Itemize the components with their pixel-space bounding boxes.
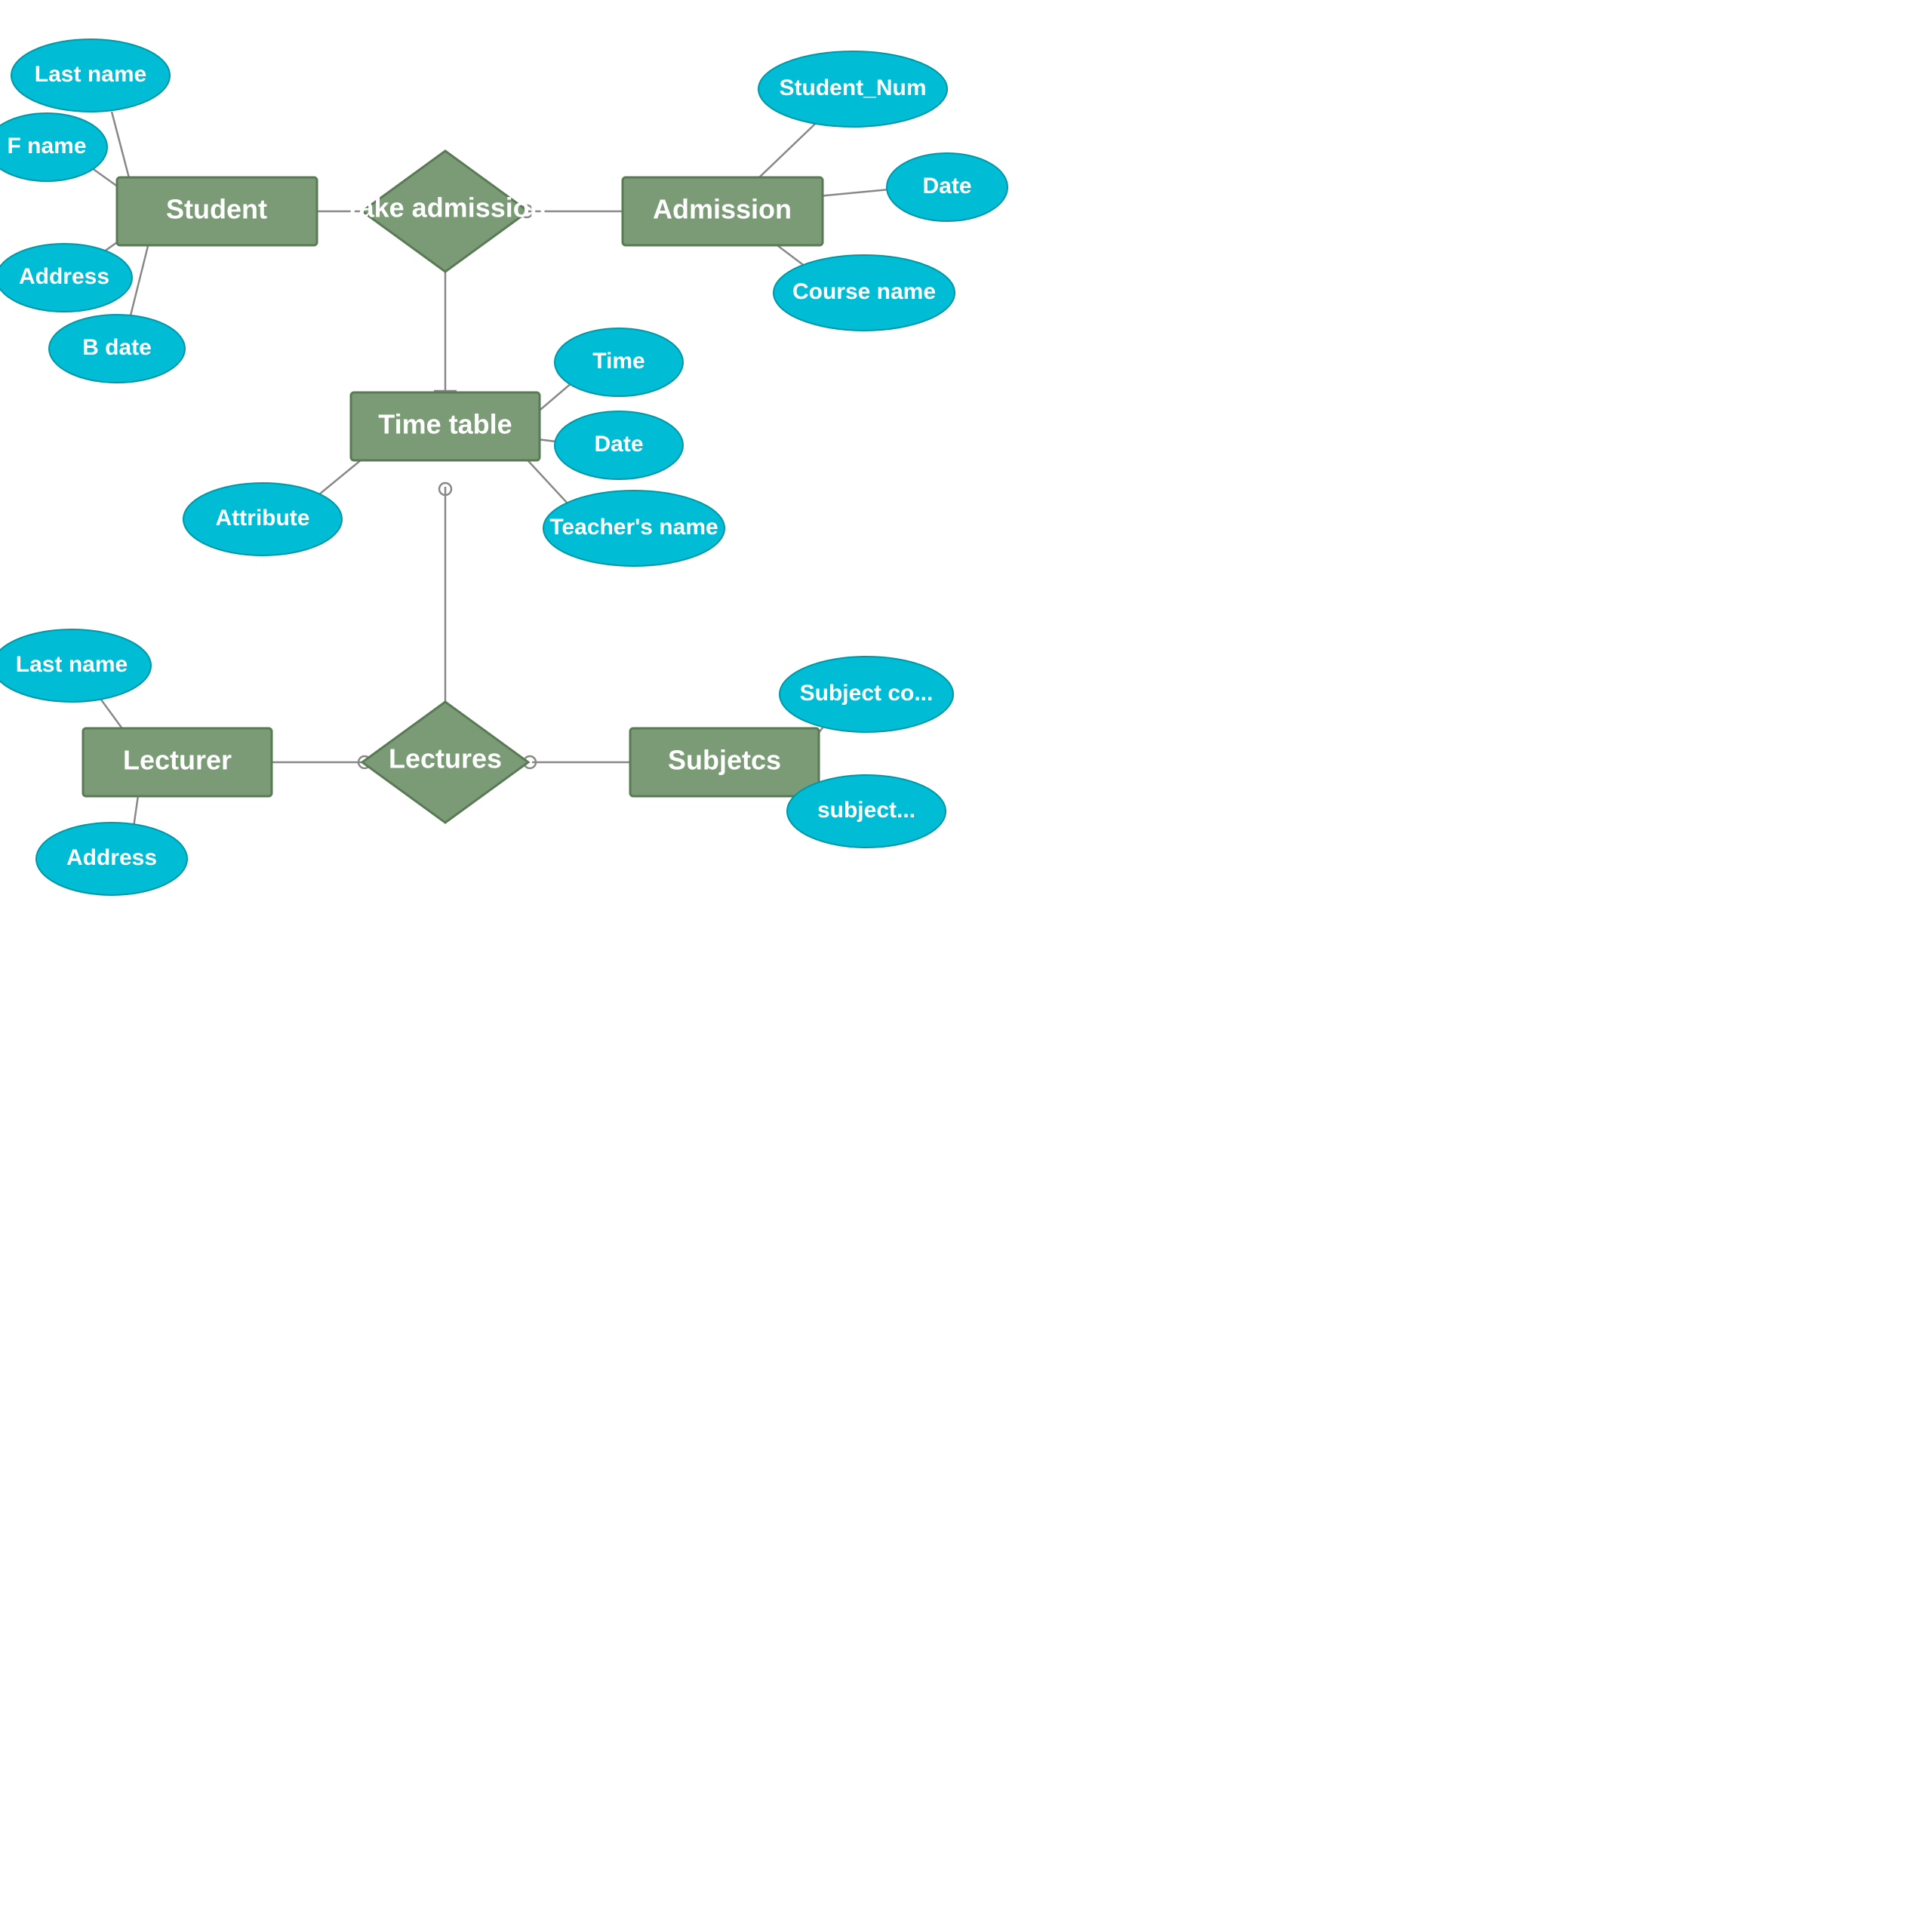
attr-coursename-label: Course name	[792, 279, 936, 304]
timetable-label: Time table	[378, 409, 512, 440]
attr-subjectcode-label: Subject co...	[800, 681, 934, 706]
attr-studentnum-label: Student_Num	[780, 75, 927, 100]
take-admission-label: Take admission	[344, 192, 546, 223]
subjetcs-label: Subjetcs	[668, 745, 781, 776]
attr-fname-student-label: F name	[7, 134, 86, 158]
admission-label: Admission	[653, 194, 792, 225]
lectures-label: Lectures	[389, 743, 502, 774]
attr-address-lec-label: Address	[66, 845, 157, 870]
attr-attribute-label: Attribute	[216, 506, 310, 531]
er-diagram: Take admission Lectures Student Admissio…	[0, 0, 1932, 1932]
attr-time-label: Time	[592, 349, 645, 374]
attr-date-tt-label: Date	[594, 432, 643, 457]
lecturer-label: Lecturer	[123, 745, 232, 776]
attr-subjectname-label: subject...	[817, 798, 915, 823]
attr-teachersname-label: Teacher's name	[549, 515, 718, 540]
attr-address-student-label: Address	[19, 264, 109, 289]
attr-date-admission-label: Date	[922, 174, 971, 198]
attr-bdate-student-label: B date	[82, 335, 152, 360]
student-label: Student	[166, 194, 267, 225]
attr-lastname-lec-label: Last name	[16, 652, 128, 677]
attr-lastname-student-label: Last name	[35, 62, 146, 87]
